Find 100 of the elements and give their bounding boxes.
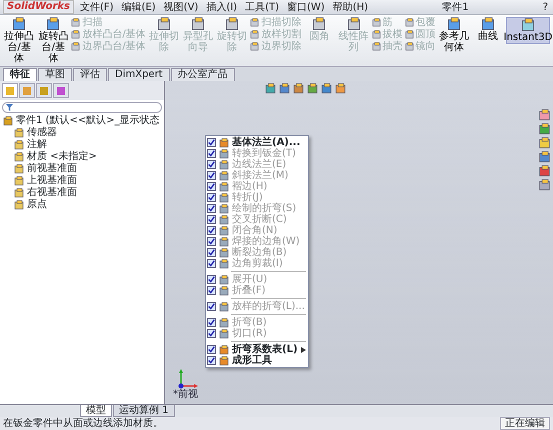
tool-icon [219,286,229,296]
tree-node-icon [14,176,24,186]
menu-item[interactable]: 窗口(W) [285,0,327,14]
tool-icon [219,204,229,214]
tool-icon [219,248,229,258]
feature-icon [372,18,381,27]
tool-icon [219,160,229,170]
document-title: 零件1 [442,0,469,14]
command-tab[interactable]: DimXpert [108,68,170,81]
tree-item[interactable]: 材质 <未指定> [27,151,97,163]
menu-item[interactable]: 折弯系数表(L) [207,344,306,355]
status-message: 在钣金零件中从面或边线添加材质。 [3,416,163,430]
tree-node-icon [14,200,24,210]
feature-icon [250,30,260,39]
feature-icon [71,42,80,51]
feature-icon [480,17,495,31]
feature-icon [71,18,80,27]
feature-icon [250,42,260,51]
tree-item[interactable]: 零件1 (默认<<默认>_显示状态 [16,115,160,127]
feature-icon [12,17,26,31]
toolbar-button[interactable]: 参考几何体 [438,17,470,53]
task-pane-icon[interactable] [538,151,551,163]
feature-icon [404,42,414,51]
feature-icon [446,17,461,31]
view-tool-icon[interactable] [279,83,290,94]
tool-icon [219,148,229,158]
tool-icon [219,214,229,224]
tree-node-icon [14,140,24,150]
view-tool-icon[interactable] [307,83,318,94]
menu-item[interactable]: 帮助(H) [330,0,370,14]
status-mode: 正在编辑 [500,417,550,430]
menu-item[interactable]: 基体法兰(A)... [207,137,306,148]
feature-icon [46,17,60,31]
tool-icon [219,192,229,202]
task-pane-icon[interactable] [538,137,551,149]
tree-item[interactable]: 上视基准面 [27,175,77,187]
toolbar-button[interactable]: 曲线 [472,17,504,42]
panel-tab[interactable] [53,83,69,98]
menu-item[interactable]: 编辑(E) [120,0,158,14]
toolbar-button[interactable]: 拉伸凸台/基体 [3,17,36,64]
tree-node-icon [14,188,24,198]
tree-item[interactable]: 右视基准面 [27,187,77,199]
task-pane-icon[interactable] [538,179,551,191]
tool-icon [219,258,229,268]
menu-item[interactable]: 成形工具 [207,355,306,366]
tree-item[interactable]: 传感器 [27,127,57,139]
feature-icon [312,17,326,31]
submenu-arrow-icon [300,346,306,352]
feature-icon [521,18,536,32]
menu-item[interactable]: 插入(I) [204,0,240,14]
view-tool-icon[interactable] [265,83,276,94]
tool-icon [219,356,229,366]
feature-icon [404,30,414,39]
view-label: *前视 [173,388,198,402]
model-tab[interactable]: 模型 [80,405,112,417]
menu-item[interactable]: 视图(V) [162,0,200,14]
tree-node-icon [14,128,24,138]
command-tab[interactable]: 办公室产品 [170,68,235,81]
app-logo: SolidWorks [3,0,74,14]
checkbox[interactable] [207,356,216,365]
command-tab[interactable]: 草图 [38,68,72,81]
menu-item[interactable]: 文件(F) [78,0,116,14]
toolbar-button[interactable]: Instant3D [506,17,550,44]
feature-icon [156,17,171,31]
feature-icon [372,30,381,39]
task-pane-icon[interactable] [538,165,551,177]
feature-icon [372,42,381,51]
tool-icon [219,236,229,246]
help-button[interactable]: ? [540,0,550,14]
checkbox[interactable] [207,138,216,147]
command-tab[interactable]: 评估 [73,68,107,81]
tree-item[interactable]: 前视基准面 [27,163,77,175]
tool-icon [219,274,229,284]
checkbox[interactable] [207,345,216,354]
tool-icon [219,302,229,312]
tree-item[interactable]: 原点 [27,199,47,211]
feature-icon [71,30,80,39]
tree-item[interactable]: 注解 [27,139,47,151]
tool-icon [219,138,229,148]
feature-icon [346,17,361,31]
feature-icon [404,18,414,27]
toolbar-button[interactable]: 旋转凸台/基体 [37,17,70,64]
part-icon [3,116,13,126]
command-tab[interactable]: 特征 [3,68,37,81]
task-pane-icon[interactable] [538,109,551,121]
tool-icon [219,344,229,354]
view-tool-icon[interactable] [293,83,304,94]
view-tool-icon[interactable] [335,83,346,94]
menu-item[interactable]: 工具(T) [243,0,282,14]
tool-icon [219,318,229,328]
model-tab[interactable]: 运动算例 1 [113,405,175,417]
feature-icon [191,17,206,31]
tool-icon [219,182,229,192]
axis-triad-drawing [177,368,199,390]
view-tool-icon[interactable] [321,83,332,94]
feature-icon [250,18,260,27]
filter-icon [6,104,13,111]
task-pane-icon[interactable] [538,123,551,135]
filter-field[interactable] [2,102,162,113]
tool-icon [219,170,229,180]
